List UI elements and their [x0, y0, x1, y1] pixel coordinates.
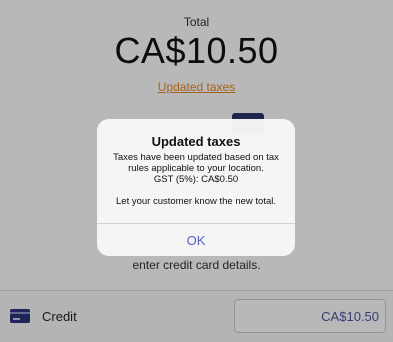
alert-spacer [105, 185, 287, 196]
alert-message-line: rules applicable to your location. [128, 163, 264, 174]
alert-tax-line: GST (5%): CA$0.50 [153, 174, 239, 185]
alert-message-line: Taxes have been updated based on tax [113, 152, 279, 163]
alert-message: Taxes have been updated based on tax rul… [105, 152, 287, 207]
updated-taxes-alert: Updated taxes Taxes have been updated ba… [97, 119, 295, 256]
alert-message-line: Let your customer know the new total. [116, 196, 276, 207]
ok-button[interactable]: OK [97, 224, 295, 256]
alert-title: Updated taxes [151, 134, 241, 149]
